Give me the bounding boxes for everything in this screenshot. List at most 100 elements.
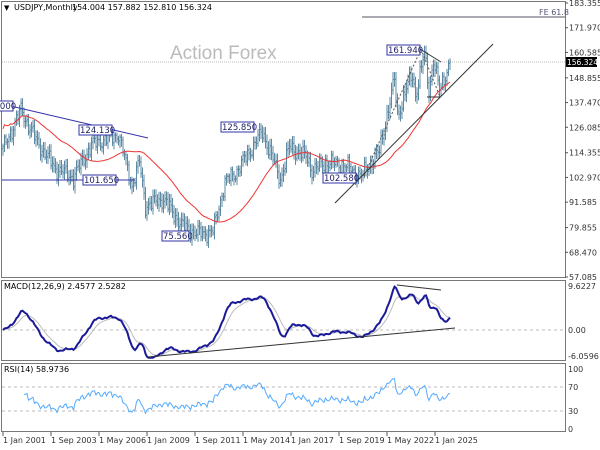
price-bar	[381, 129, 384, 145]
price-bar	[6, 138, 9, 149]
price-bar	[20, 98, 22, 116]
price-bar	[416, 87, 418, 104]
rsi-line	[23, 378, 451, 415]
price-bar	[347, 154, 349, 172]
price-bar	[236, 165, 238, 186]
price-bar	[240, 155, 243, 176]
price-bar	[207, 224, 210, 248]
price-bar	[242, 151, 244, 167]
price-bar	[443, 72, 445, 91]
price-bar	[213, 212, 216, 240]
price-bar	[77, 159, 79, 172]
fib-dashed-1	[363, 48, 422, 177]
price-bar	[15, 110, 18, 126]
x-tick-label: 1 Sep 2011	[195, 436, 241, 445]
price-bar	[305, 145, 307, 164]
price-bar	[135, 161, 138, 190]
y-tick-label: 79.855	[569, 224, 597, 233]
price-bar	[233, 170, 235, 186]
price-bar	[156, 194, 159, 209]
price-bar	[293, 136, 295, 160]
price-bar	[374, 147, 376, 169]
svg-text:156.324: 156.324	[567, 58, 598, 67]
x-tick-label: 1 Sep 2003	[51, 436, 97, 445]
price-bar	[255, 136, 258, 150]
price-bar	[272, 145, 274, 167]
price-bar	[308, 151, 310, 168]
price-bar	[282, 163, 285, 183]
main-panel	[1, 1, 566, 278]
y-tick-label: 68.470	[569, 248, 597, 257]
price-bar	[119, 134, 121, 149]
y-tick-label: 126.085	[569, 123, 600, 132]
price-bar	[437, 61, 439, 86]
price-bar	[54, 158, 57, 174]
price-bar	[194, 225, 196, 242]
price-bar	[30, 121, 33, 138]
price-bar	[318, 153, 321, 172]
price-bar	[162, 194, 165, 214]
price-bar	[380, 129, 382, 156]
price-bar	[33, 119, 36, 145]
macd-signal-line	[2, 295, 451, 356]
label-125850: 125.850	[220, 121, 257, 133]
price-bar	[203, 226, 205, 240]
price-bar	[42, 141, 45, 158]
price-bar	[96, 134, 99, 154]
price-bar	[204, 226, 207, 242]
price-bar	[165, 191, 168, 206]
price-bar	[300, 146, 303, 164]
price-bar	[39, 138, 42, 161]
price-bar	[252, 136, 255, 161]
price-bar	[269, 138, 271, 160]
symbol-title: USDJPY,Monthly	[14, 3, 78, 12]
price-bar	[303, 139, 306, 159]
price-bar	[288, 138, 291, 156]
price-bars	[2, 45, 451, 248]
price-bar	[60, 159, 63, 176]
price-bar	[413, 72, 415, 88]
usdjpy-monthly-chart: Action Forex FE 61.8 135.000 124.130 101…	[0, 0, 600, 445]
price-bar	[402, 84, 405, 112]
time-axis: 1 Jan 2001 1 Sep 2003 1 May 2006 1 Jan 2009…	[2, 432, 478, 445]
price-bar	[392, 72, 394, 95]
price-bar	[369, 155, 372, 174]
price-bar	[171, 197, 174, 218]
price-bar	[257, 128, 259, 147]
price-bar	[90, 136, 93, 162]
price-bar	[75, 160, 78, 181]
price-bar	[51, 156, 54, 173]
price-bar	[227, 173, 229, 183]
price-bar	[41, 144, 43, 163]
macd-tick-label: 9.6227	[568, 282, 596, 291]
y-tick-label: 171.970	[569, 24, 600, 33]
label-102580: 102.580	[322, 172, 359, 184]
price-bar	[57, 163, 60, 187]
svg-text:125.850: 125.850	[222, 123, 257, 133]
price-bar	[224, 175, 226, 202]
y-tick-label: 102.970	[569, 173, 600, 182]
x-tick-label: 1 Sep 2019	[339, 436, 385, 445]
price-bar	[267, 141, 270, 159]
x-tick-label: 1 Jan 2025	[435, 436, 478, 445]
price-bar	[320, 153, 322, 168]
label-135000: 135.000	[0, 100, 16, 112]
price-bar	[159, 191, 162, 208]
y-tick-label: 183.355	[569, 0, 600, 8]
price-bar	[239, 165, 241, 177]
price-bar	[86, 148, 88, 168]
price-bar	[143, 174, 145, 200]
svg-text:101.650: 101.650	[84, 176, 119, 186]
price-bar	[419, 60, 421, 89]
svg-text:161.940: 161.940	[388, 46, 423, 56]
rsi-tick-label: 100	[568, 365, 583, 374]
price-bar	[35, 130, 37, 147]
price-bar	[266, 134, 268, 155]
price-bar	[404, 85, 406, 102]
price-bar	[192, 223, 195, 240]
price-bar	[401, 101, 403, 120]
price-bar	[273, 152, 276, 165]
collapse-icon[interactable]: ▼	[4, 4, 10, 12]
price-bar	[11, 126, 13, 143]
price-bar	[78, 159, 81, 174]
